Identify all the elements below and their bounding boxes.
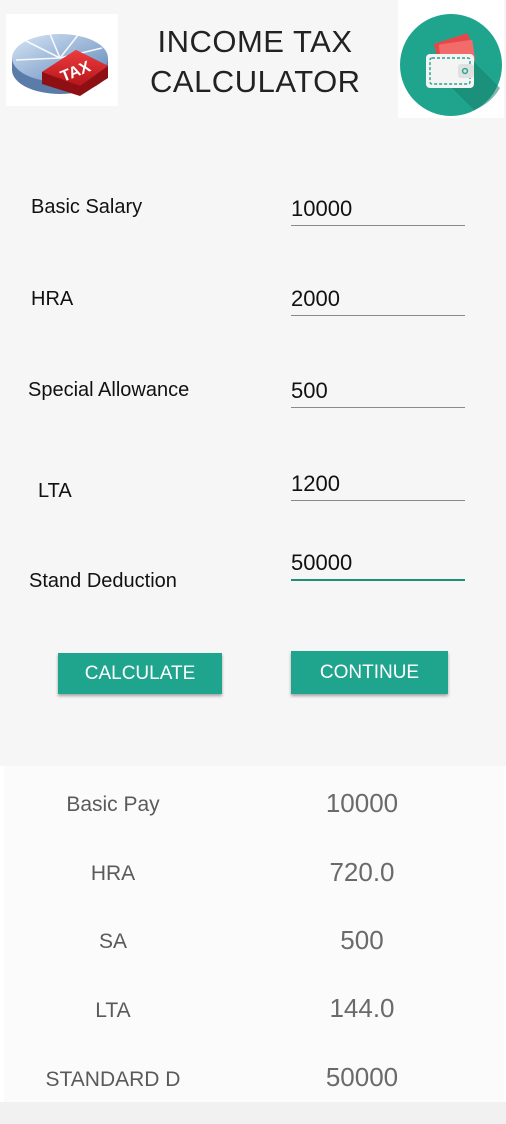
stand-deduction-label: Stand Deduction [29,570,177,592]
hra-label: HRA [31,288,74,310]
lta-label: LTA [38,480,72,502]
calculate-button[interactable]: CALCULATE [58,653,222,694]
basic-salary-input[interactable] [291,193,465,226]
result-value-sa: 500 [340,925,384,955]
result-value-lta: 144.0 [329,993,395,1023]
title-line-2: CALCULATOR [150,64,361,99]
special-allowance-input[interactable] [291,375,465,408]
result-value-basic-pay: 10000 [325,788,399,818]
result-label-lta: LTA [95,999,131,1022]
result-label-standard-deduction: STANDARD D [45,1068,181,1091]
tax-pie-chart-icon: TAX [6,14,118,106]
hra-input[interactable] [291,283,465,316]
title-line-1: INCOME TAX [157,24,353,59]
page-title: INCOME TAX CALCULATOR [150,22,360,102]
bottom-strip [0,1102,506,1124]
app-screen: TAX INCOME TAX CALCULATOR Basic Salary H… [0,0,506,1124]
special-allowance-label: Special Allowance [28,379,190,401]
basic-salary-label: Basic Salary [31,196,143,218]
result-value-standard-deduction: 50000 [325,1062,399,1092]
lta-input[interactable] [291,468,465,501]
result-label-hra: HRA [90,862,136,885]
continue-button[interactable]: CONTINUE [291,651,448,694]
result-label-sa: SA [98,930,127,953]
result-label-basic-pay: Basic Pay [66,793,160,816]
result-value-hra: 720.0 [329,857,395,887]
stand-deduction-input[interactable] [291,547,465,581]
wallet-icon [400,14,502,116]
